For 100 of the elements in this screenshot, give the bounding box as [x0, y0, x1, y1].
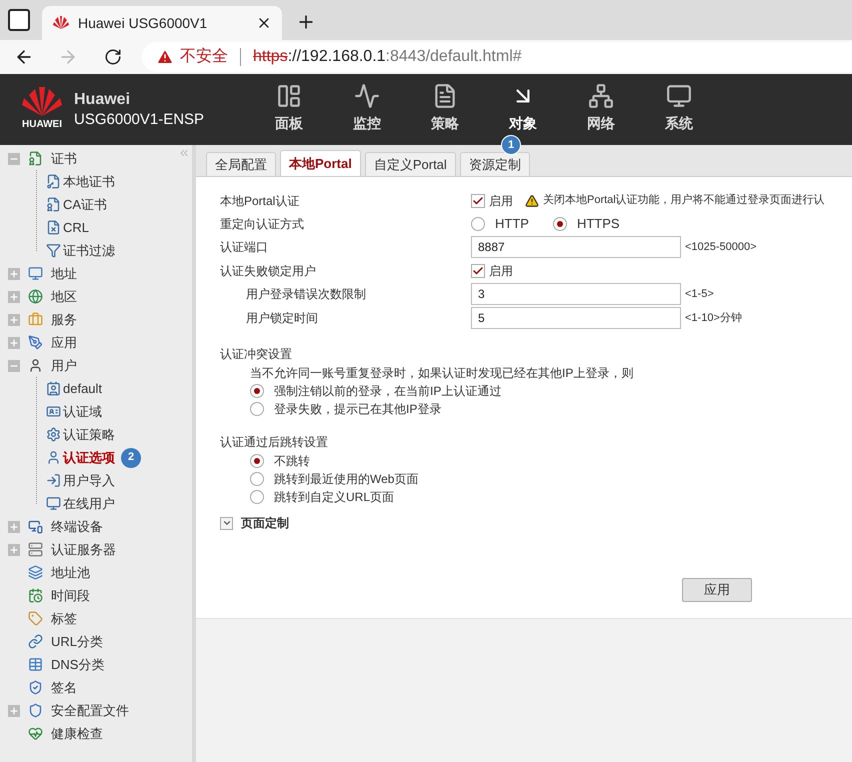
address-field[interactable]: 不安全 https://192.168.0.1:8443/default.html# — [142, 42, 852, 72]
tree-item[interactable]: 在线用户 — [40, 492, 192, 515]
tree-label: 用户 — [51, 356, 77, 375]
filter-icon — [46, 243, 61, 258]
user-icon — [46, 450, 61, 465]
collapse-icon[interactable] — [8, 360, 20, 372]
tree-item[interactable]: 地址 — [0, 262, 192, 285]
range-hint: <1025-50000> — [685, 240, 757, 255]
radio-label: 不跳转 — [274, 453, 310, 470]
tree-item[interactable]: 用户导入 — [40, 469, 192, 492]
radio-button[interactable] — [552, 216, 567, 230]
radio-label: 登录失败，提示已在其他IP登录 — [274, 401, 442, 418]
tab[interactable]: 自定义Portal — [364, 152, 456, 176]
tree-item[interactable]: 健康检查 — [0, 722, 192, 745]
brand-name: Huawei — [74, 90, 132, 110]
tree-label: 用户导入 — [63, 472, 115, 490]
input-field[interactable]: 3 — [471, 283, 681, 305]
radio-button[interactable] — [250, 472, 264, 486]
tree-item[interactable]: DNS分类 — [0, 653, 192, 676]
input-field[interactable]: 8887 — [471, 236, 681, 258]
radio-button[interactable] — [250, 490, 264, 504]
monitor-icon — [28, 266, 43, 281]
certificate-icon — [46, 220, 61, 235]
logo-icon — [52, 16, 70, 30]
radio-button[interactable] — [471, 216, 485, 230]
link-icon — [28, 634, 43, 649]
tree-label: 认证服务器 — [51, 540, 116, 559]
tab-actions-icon[interactable] — [8, 9, 30, 31]
tree-item[interactable]: default — [40, 377, 192, 400]
radio-label: HTTPS — [576, 214, 620, 233]
tree-item[interactable]: 证书 — [0, 147, 192, 170]
tab[interactable]: 本地Portal — [280, 150, 361, 176]
tree-label: 在线用户 — [63, 494, 115, 513]
shield-icon — [28, 703, 43, 718]
tree-item[interactable]: 签名 — [0, 676, 192, 699]
section-title: 认证冲突设置 — [220, 346, 293, 363]
apply-button[interactable]: 应用 — [682, 578, 752, 602]
tree-item[interactable]: URL分类 — [0, 630, 192, 653]
radio-button[interactable] — [250, 384, 264, 398]
tree-label: 服务 — [51, 310, 77, 329]
checkbox-label: 启用 — [489, 192, 513, 210]
warning-icon — [156, 48, 174, 66]
tree-item[interactable]: 终端设备 — [0, 515, 192, 538]
tree-item[interactable]: 本地证书 — [40, 170, 192, 193]
tree-label: 时间段 — [51, 586, 90, 605]
tag-icon — [28, 611, 43, 626]
url-text: https://192.168.0.1:8443/default.html# — [253, 47, 522, 67]
tree-item[interactable]: CRL — [40, 216, 192, 239]
radio-button[interactable] — [250, 402, 264, 416]
tree-item[interactable]: 地址池 — [0, 561, 192, 584]
radio-label: HTTP — [495, 214, 529, 233]
browser-tab[interactable]: Huawei USG6000V1 — [42, 6, 282, 40]
shield-icon — [28, 680, 43, 695]
section-title: 认证通过后跳转设置 — [220, 434, 329, 451]
tree-item[interactable]: 认证选项 2 — [40, 446, 192, 469]
tree-item[interactable]: 证书过滤 — [40, 239, 192, 262]
layers-icon — [28, 565, 43, 580]
tree-item[interactable]: 服务 — [0, 308, 192, 331]
tree-label: URL分类 — [51, 632, 104, 651]
field-label: 认证失败锁定用户 — [220, 262, 316, 280]
section-note: 当不允许同一账号重复登录时，如果认证时发现已经在其他IP上登录，则 — [249, 365, 634, 382]
tree-label: 安全配置文件 — [51, 702, 129, 720]
field-label: 本地Portal认证 — [220, 192, 300, 210]
section-title: 页面定制 — [241, 515, 289, 532]
warning-icon — [525, 194, 539, 208]
server-icon — [28, 542, 43, 557]
collapse-icon[interactable] — [8, 152, 20, 164]
tab[interactable]: 全局配置 — [206, 152, 276, 176]
input-field[interactable]: 5 — [471, 307, 681, 329]
contact-card-icon — [46, 381, 61, 396]
panel-icon — [276, 82, 302, 108]
range-hint: <1-5> — [685, 286, 714, 302]
radio-button[interactable] — [250, 454, 264, 468]
checkbox[interactable] — [471, 264, 485, 278]
tab[interactable]: 资源定制 — [460, 152, 530, 176]
radio-label: 跳转到最近使用的Web页面 — [274, 471, 418, 488]
tree-label: 健康检查 — [51, 724, 103, 743]
collapse-icon[interactable] — [178, 147, 190, 159]
tree-item[interactable]: 用户 — [0, 354, 192, 377]
tree-item[interactable]: 安全配置文件 — [0, 699, 192, 722]
nav-tab[interactable]: 监控 — [328, 78, 406, 138]
nav-tab[interactable]: 系统 — [640, 78, 718, 138]
tree-item[interactable]: 地区 — [0, 285, 192, 308]
tree-item[interactable]: CA证书 — [40, 193, 192, 216]
nav-tab[interactable]: 对象 — [484, 78, 562, 138]
tree-item[interactable]: 认证服务器 — [0, 538, 192, 561]
tree-item[interactable]: 认证策略 — [40, 423, 192, 446]
nav-tab[interactable]: 面板 — [250, 78, 328, 138]
pen-icon — [28, 335, 43, 350]
reload-icon[interactable] — [104, 48, 122, 66]
expand-icon[interactable] — [220, 516, 233, 530]
checkbox[interactable] — [471, 194, 485, 208]
table-icon — [28, 657, 43, 672]
tree-item[interactable]: 标签 — [0, 607, 192, 630]
tree-item[interactable]: 应用 — [0, 331, 192, 354]
tree-item[interactable]: 时间段 — [0, 584, 192, 607]
nav-tab[interactable]: 策略 — [406, 78, 484, 138]
tree-item[interactable]: 认证域 — [40, 400, 192, 423]
nav-tab[interactable]: 网络 — [562, 78, 640, 138]
certificate-icon — [28, 151, 43, 166]
